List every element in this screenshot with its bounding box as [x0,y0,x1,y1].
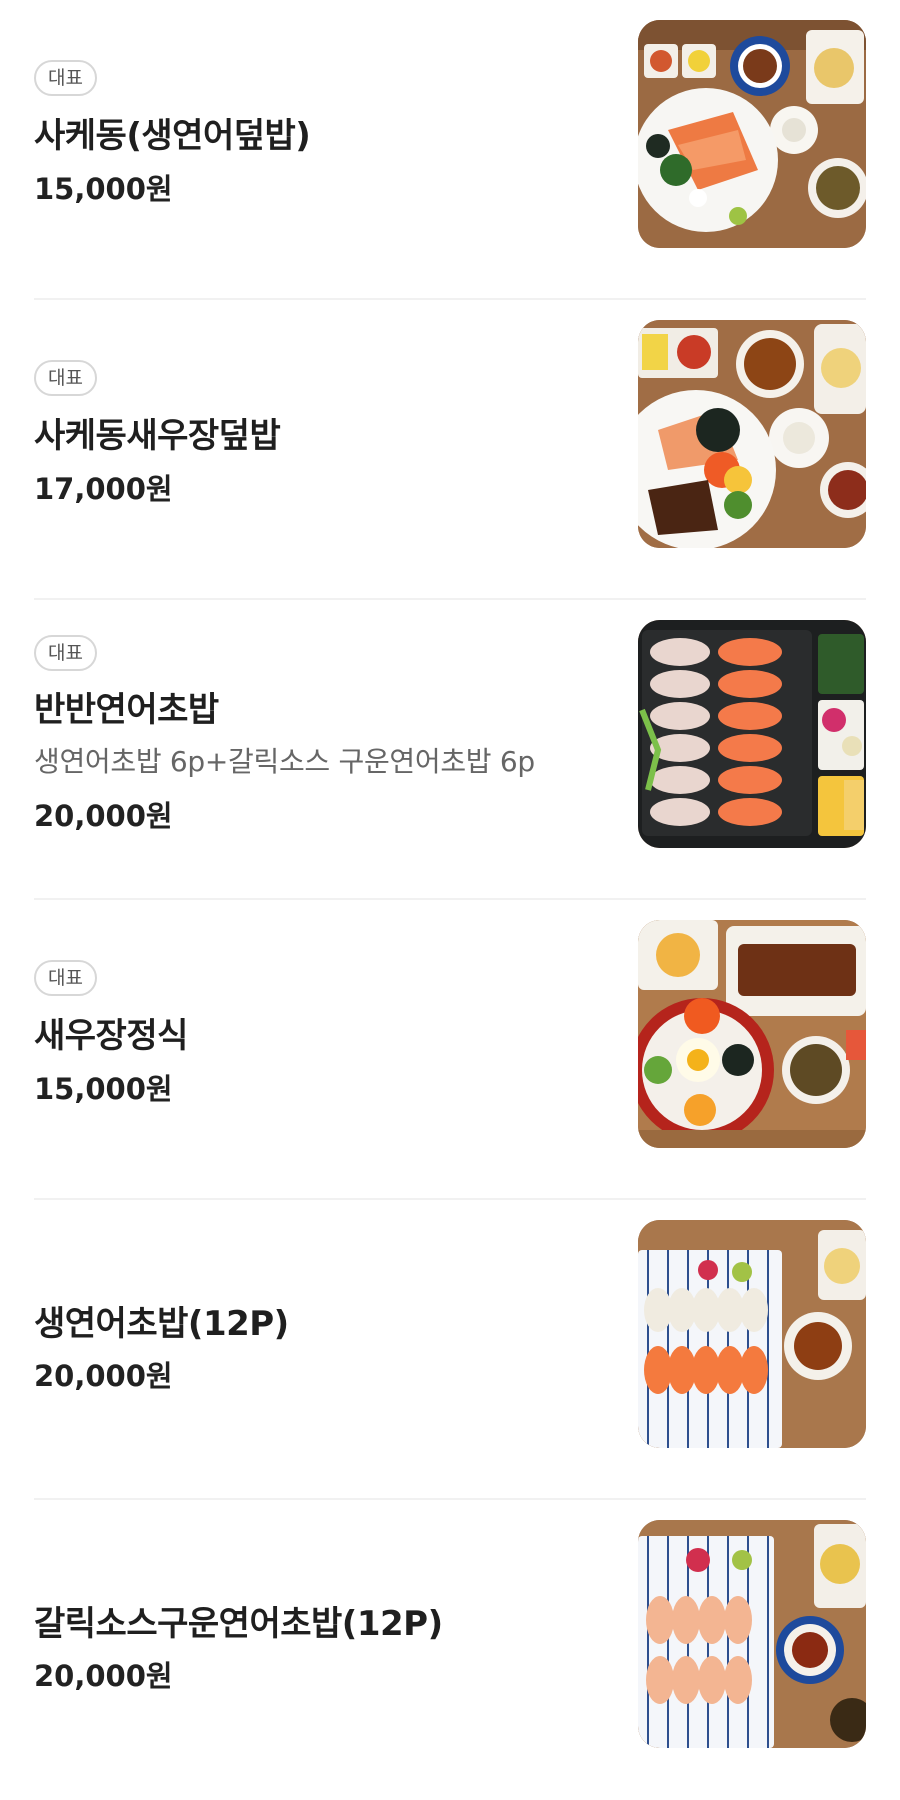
menu-item-price: 20,000원 [34,1659,173,1693]
signature-badge: 대표 [34,635,97,671]
menu-item-photo [638,20,866,248]
signature-badge: 대표 [34,60,97,96]
menu-item-info: 대표 새우장정식 15,000원 [34,900,594,1198]
menu-item-info: 갈릭소스구운연어초밥(12P) 20,000원 [34,1500,594,1800]
menu-item[interactable]: 생연어초밥(12P) 20,000원 [34,1200,866,1500]
menu-item[interactable]: 대표 새우장정식 15,000원 [34,900,866,1200]
menu-item-name: 반반연어초밥 [34,690,219,730]
menu-item[interactable]: 대표 사케동새우장덮밥 17,000원 [34,300,866,600]
signature-badge: 대표 [34,960,97,996]
menu-item-price: 15,000원 [34,172,173,206]
menu-item[interactable]: 대표 사케동(생연어덮밥) 15,000원 [34,0,866,300]
signature-badge: 대표 [34,360,97,396]
menu-item-info: 생연어초밥(12P) 20,000원 [34,1200,594,1498]
menu-item-name: 사케동새우장덮밥 [34,416,281,456]
menu-item-photo [638,320,866,548]
menu-item-photo [638,920,866,1148]
menu-item-price: 20,000원 [34,799,173,833]
menu-item-name: 새우장정식 [34,1016,188,1056]
menu-item-photo [638,1220,866,1448]
menu-item-photo [638,1520,866,1748]
menu-item-description: 생연어초밥 6p+갈릭소스 구운연어초밥 6p [34,745,535,778]
menu-item-name: 생연어초밥(12P) [34,1304,289,1344]
menu-item-info: 대표 사케동새우장덮밥 17,000원 [34,300,594,598]
menu-item-photo [638,620,866,848]
menu-item-price: 20,000원 [34,1359,173,1393]
menu-item-name: 사케동(생연어덮밥) [34,116,311,156]
menu-item-name: 갈릭소스구운연어초밥(12P) [34,1604,443,1644]
menu-item-price: 15,000원 [34,1072,173,1106]
menu-item-info: 대표 반반연어초밥 생연어초밥 6p+갈릭소스 구운연어초밥 6p 20,000… [34,600,594,898]
menu-item-price: 17,000원 [34,472,173,506]
menu-item[interactable]: 대표 반반연어초밥 생연어초밥 6p+갈릭소스 구운연어초밥 6p 20,000… [34,600,866,900]
menu-item-info: 대표 사케동(생연어덮밥) 15,000원 [34,0,594,298]
menu-item[interactable]: 갈릭소스구운연어초밥(12P) 20,000원 [34,1500,866,1800]
